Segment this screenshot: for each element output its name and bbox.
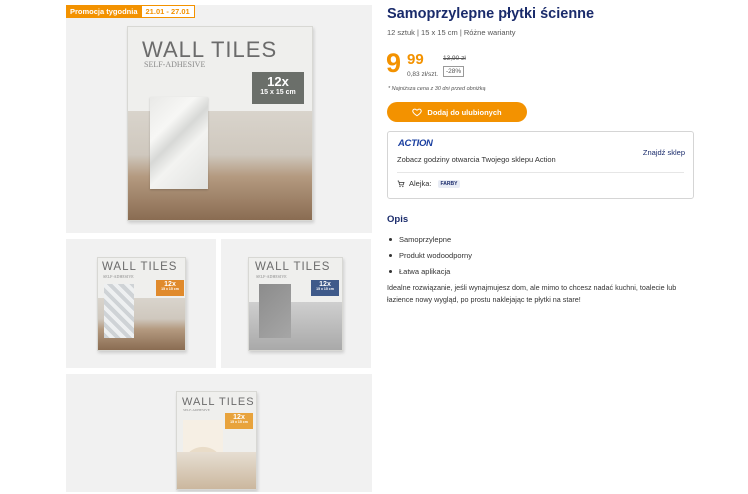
box-tag: 12x 15 x 15 cm	[156, 280, 184, 296]
tile-sample	[104, 284, 134, 338]
promo-badge: Promocja tygodnia 21.01 - 27.01	[66, 5, 195, 18]
bullet-icon	[389, 269, 392, 273]
product-image-main[interactable]: WALL TILES SELF-ADHESIVE 12x 15 x 15 cm	[66, 5, 372, 233]
heart-icon	[412, 108, 423, 117]
unit-price: 0,83 zł/szt.	[407, 71, 439, 78]
description-text: Idealne rozwiązanie, jeśli wynajmujesz d…	[387, 283, 677, 304]
box-subtitle: SELF-ADHESIVE	[183, 408, 210, 412]
feature-text: Samoprzylepne	[399, 234, 452, 244]
box-tag-size: 15 x 15 cm	[161, 287, 179, 292]
box-tag-count: 12x	[267, 74, 289, 89]
divider	[397, 172, 684, 173]
aisle-label: Alejka:	[409, 179, 432, 188]
promo-label: Promocja tygodnia	[66, 5, 142, 18]
product-image-4[interactable]: WALL TILES SELF-ADHESIVE 12x 15 x 15 cm	[66, 374, 372, 492]
box-subtitle: SELF-ADHESIVE	[144, 60, 206, 69]
box-tag: 12x 15 x 15 cm	[311, 280, 339, 296]
tile-sample	[259, 284, 291, 338]
list-item: Produkt wodoodporny	[389, 247, 472, 263]
tile-sample	[150, 97, 208, 189]
cart-icon	[397, 180, 405, 187]
store-card: ACTION Zobacz godziny otwarcia Twojego s…	[387, 131, 694, 199]
product-box: WALL TILES SELF-ADHESIVE 12x 15 x 15 cm	[127, 26, 313, 221]
price-cents: 99	[407, 51, 424, 68]
price-note: * Najniższa cena z 30 dni przed obniżką	[388, 86, 486, 92]
product-box: WALL TILES SELF-ADHESIVE 12x 15 x 15 cm	[176, 391, 257, 490]
store-hours-text: Zobacz godziny otwarcia Twojego sklepu A…	[397, 155, 556, 164]
bullet-icon	[389, 253, 392, 257]
product-box: WALL TILES SELF-ADHESIVE 12x 15 x 15 cm	[248, 257, 343, 351]
box-photo	[177, 452, 256, 489]
box-subtitle: SELF-ADHESIVE	[103, 274, 134, 279]
old-price: 13,90 zł	[443, 55, 466, 62]
box-tag: 12x 15 x 15 cm	[252, 72, 304, 104]
box-brand: WALL TILES	[182, 396, 255, 408]
list-item: Łatwa aplikacja	[389, 263, 472, 279]
list-item: Samoprzylepne	[389, 231, 472, 247]
box-tag-size: 15 x 15 cm	[260, 88, 296, 96]
box-tag-size: 15 x 15 cm	[316, 287, 334, 292]
product-image-2[interactable]: WALL TILES SELF-ADHESIVE 12x 15 x 15 cm	[66, 239, 216, 368]
product-box: WALL TILES SELF-ADHESIVE 12x 15 x 15 cm	[97, 257, 186, 351]
bullet-icon	[389, 237, 392, 241]
add-to-favorites-button[interactable]: Dodaj do ulubionych	[387, 102, 527, 122]
promo-dates: 21.01 - 27.01	[141, 5, 195, 18]
feature-list: Samoprzylepne Produkt wodoodporny Łatwa …	[389, 231, 472, 279]
box-tag-size: 15 x 15 cm	[230, 420, 248, 425]
action-logo: ACTION	[398, 138, 433, 149]
feature-text: Łatwa aplikacja	[399, 266, 451, 276]
add-to-favorites-label: Dodaj do ulubionych	[427, 107, 502, 117]
find-store-link[interactable]: Znajdź sklep	[643, 148, 685, 157]
product-title: Samoprzylepne płytki ścienne	[387, 6, 595, 22]
description-title: Opis	[387, 214, 409, 225]
box-subtitle: SELF-ADHESIVE	[256, 274, 287, 279]
price-main: 9	[386, 48, 401, 78]
product-image-3[interactable]: WALL TILES SELF-ADHESIVE 12x 15 x 15 cm	[221, 239, 371, 368]
aisle-info: Alejka: FARBY	[397, 179, 461, 188]
aisle-value: FARBY	[437, 179, 461, 188]
product-subtitle: 12 sztuk | 15 x 15 cm | Różne warianty	[387, 28, 516, 37]
discount-badge: -28%	[443, 66, 465, 77]
box-brand: WALL TILES	[102, 261, 178, 273]
box-brand: WALL TILES	[255, 261, 331, 273]
box-tag: 12x 15 x 15 cm	[225, 413, 253, 429]
feature-text: Produkt wodoodporny	[399, 250, 472, 260]
